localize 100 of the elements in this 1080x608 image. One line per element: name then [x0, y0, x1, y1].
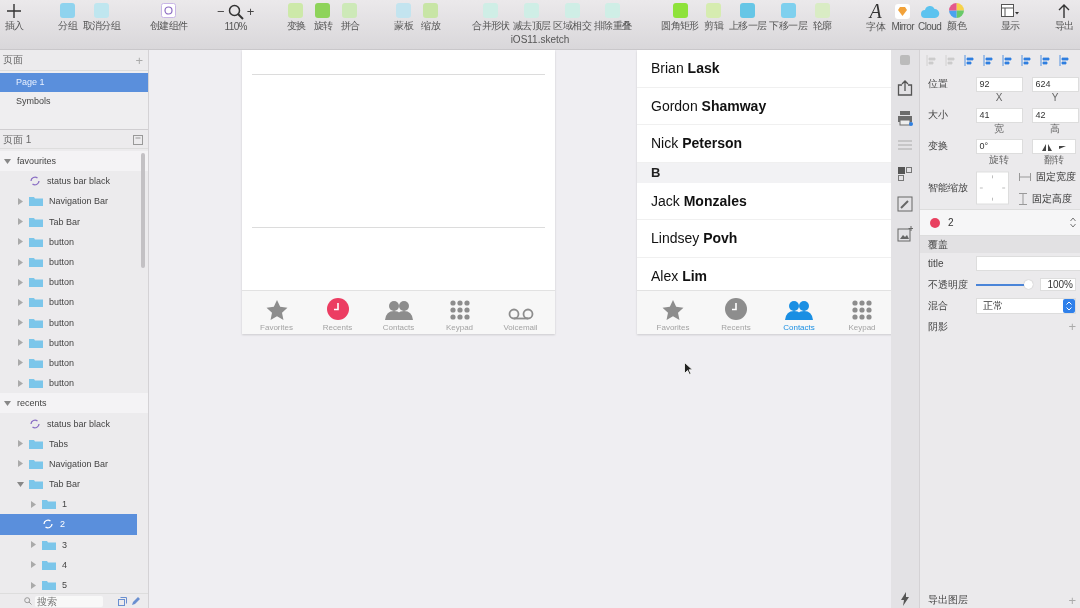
toolbar-button[interactable]: 显示 [998, 0, 1023, 33]
stepper-icon [1063, 298, 1075, 313]
layer-item[interactable]: recents [0, 393, 148, 414]
search-icon [24, 597, 32, 605]
search-field[interactable]: 搜索 [35, 595, 103, 607]
opacity-field[interactable]: 100% [1040, 278, 1076, 291]
page-item[interactable]: Symbols [0, 92, 148, 111]
pencil-icon[interactable] [131, 596, 140, 606]
layer-item[interactable]: 2 [0, 514, 137, 535]
layer-item[interactable]: status bar black [0, 171, 148, 192]
folder-icon [29, 277, 43, 288]
share-icon[interactable] [897, 80, 913, 96]
symbol-icon [42, 518, 54, 531]
toolbar-button[interactable]: 插入 [2, 0, 26, 33]
rotation-field[interactable]: 0° [975, 139, 1023, 154]
layer-item[interactable]: favourites [0, 151, 148, 172]
printer-icon[interactable] [897, 110, 913, 126]
override-field[interactable] [976, 256, 1080, 271]
toolbar-button[interactable]: − + 110% [217, 0, 255, 33]
disclosure-icon [17, 238, 24, 246]
toolbar-button[interactable]: 合并形状 [472, 0, 510, 33]
toolbar-button[interactable]: 创建组件 [149, 0, 188, 33]
toolbar-button[interactable]: 颜色 [944, 0, 969, 33]
voicemail-icon [507, 308, 534, 320]
toolbar-button[interactable]: 减去顶层 [512, 0, 551, 33]
toolbar-button[interactable]: A 字体 [863, 0, 888, 33]
resizing-label: 智能缩放 [928, 181, 969, 195]
align-icon[interactable] [983, 55, 994, 66]
toolbar-button[interactable]: 拼合 [337, 0, 362, 33]
stepper-icon [1070, 217, 1076, 228]
layer-item[interactable]: 3 [0, 534, 148, 555]
copy-icon[interactable] [118, 596, 127, 606]
lightning-icon[interactable] [900, 592, 910, 606]
disclosure-icon [17, 218, 24, 226]
tab[interactable]: Contacts [776, 300, 822, 332]
layer-item[interactable]: Navigation Bar [0, 453, 148, 474]
toolbar-button[interactable]: 下移一层 [769, 0, 808, 33]
toolbar-button[interactable]: 轮廓 [810, 0, 835, 33]
align-icon[interactable] [1021, 55, 1032, 66]
clock-icon [326, 298, 349, 320]
x-field[interactable]: 92 [975, 77, 1023, 92]
toolbar-button[interactable]: 取消分组 [82, 0, 121, 33]
width-field[interactable]: 41 [975, 108, 1023, 123]
layer-item[interactable]: button [0, 231, 148, 252]
align-icon[interactable] [1040, 55, 1051, 66]
clock-icon [725, 298, 747, 320]
layer-item[interactable]: status bar black [0, 413, 148, 434]
layer-item[interactable]: 5 [0, 574, 148, 593]
symbol-selector[interactable]: 2 [920, 209, 1080, 236]
zoom-out-button[interactable]: − [217, 4, 225, 19]
y-field[interactable]: 624 [1031, 77, 1079, 92]
star-icon [662, 300, 684, 320]
width-caption: 宽 [994, 123, 1004, 134]
toolbar-button[interactable]: 分组 [55, 0, 80, 33]
toolbar-button[interactable]: 排除重叠 [594, 0, 632, 33]
toolbar-button[interactable]: Cloud [917, 0, 942, 33]
toolbar-button[interactable]: Mirror [890, 0, 915, 33]
layer-item[interactable]: button [0, 272, 148, 293]
align-icon[interactable] [964, 55, 975, 66]
layer-item[interactable]: 4 [0, 554, 148, 575]
opacity-slider[interactable] [976, 283, 1033, 286]
layer-item[interactable]: Tab Bar [0, 474, 148, 495]
pages-title: 页面 [3, 53, 23, 67]
blend-label: 混合 [928, 298, 949, 313]
layer-item[interactable]: button [0, 332, 148, 353]
folder-icon [29, 479, 43, 490]
search-icon [227, 3, 244, 20]
opacity-label: 不透明度 [928, 277, 969, 292]
align-icon[interactable] [1002, 55, 1013, 66]
fixed-width-icon[interactable] [1019, 173, 1031, 181]
overrides-header: 覆盖 [920, 236, 1080, 253]
layer-item[interactable]: button [0, 292, 148, 313]
toolbar-button[interactable]: 区域相交 [553, 0, 591, 33]
layer-item[interactable]: 1 [0, 494, 148, 515]
toolbar-button[interactable]: 变换 [283, 0, 308, 33]
layer-item[interactable]: button [0, 373, 148, 394]
toolbar-button[interactable]: 剪辑 [701, 0, 726, 33]
zoom-in-button[interactable]: + [246, 4, 255, 19]
rotation-caption: 旋转 [989, 154, 1009, 165]
align-icon[interactable] [1059, 55, 1070, 66]
blend-dropdown[interactable]: 正常 [976, 297, 1076, 314]
layer-item[interactable]: Tabs [0, 433, 148, 454]
toolbar-button[interactable]: 导出 [1051, 0, 1076, 33]
layer-item[interactable]: Navigation Bar [0, 191, 148, 212]
height-field[interactable]: 42 [1031, 108, 1079, 123]
add-image-icon[interactable] [897, 226, 913, 242]
toolbar-button[interactable]: 上移一层 [728, 0, 767, 33]
layer-item[interactable]: Tab Bar [0, 211, 148, 232]
toolbar-button[interactable]: 旋转 [310, 0, 335, 33]
fixed-height-icon[interactable] [1019, 193, 1027, 205]
edit-shape-icon[interactable] [897, 196, 913, 212]
layer-item[interactable]: button [0, 312, 148, 333]
toolbar-button[interactable]: 缩放 [418, 0, 443, 33]
disclosure-icon [30, 500, 37, 508]
toolbar-button[interactable]: 蒙板 [391, 0, 416, 33]
layer-item[interactable]: button [0, 251, 148, 273]
layer-item[interactable]: button [0, 352, 148, 374]
flip-button[interactable] [1032, 139, 1076, 154]
shapes-icon[interactable] [897, 166, 913, 182]
toolbar-button[interactable]: 圆角矩形 [661, 0, 699, 33]
